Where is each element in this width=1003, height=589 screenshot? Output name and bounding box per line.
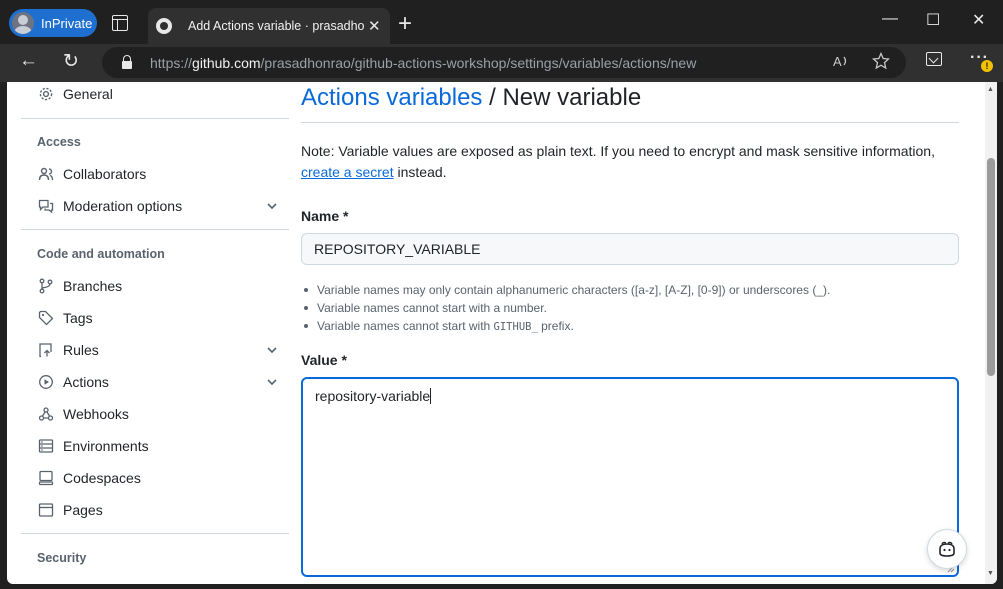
sidebar-item-label: Tags [63, 310, 93, 326]
refresh-button[interactable]: ↻ [63, 50, 79, 73]
sidebar-heading-access: Access [37, 135, 81, 149]
tab-actions-icon[interactable] [112, 15, 128, 31]
tab-title: Add Actions variable · prasadhonrao [188, 19, 364, 33]
sidebar-item-label: Collaborators [63, 166, 147, 182]
create-secret-link[interactable]: create a secret [301, 164, 394, 180]
inprivate-profile-button[interactable]: InPrivate [9, 9, 97, 37]
variable-name-input[interactable]: REPOSITORY_VARIABLE [301, 233, 959, 265]
profile-label: InPrivate [41, 15, 93, 31]
list-item: Variable names cannot start with a numbe… [301, 299, 951, 317]
scroll-up-arrow[interactable]: ▲ [987, 86, 994, 93]
minimize-button[interactable]: — [882, 10, 898, 28]
sidebar-item-webhooks[interactable]: Webhooks [21, 398, 289, 430]
sidebar-item-codespaces[interactable]: Codespaces [21, 462, 289, 494]
sidebar-item-label: Branches [63, 278, 123, 294]
value-text: repository-variable [315, 388, 431, 404]
play-icon [37, 373, 55, 391]
gear-icon [37, 85, 55, 103]
copilot-button[interactable] [927, 529, 967, 569]
settings-sidebar: General Access Collaborators Moderation … [7, 82, 289, 584]
active-tab[interactable]: Add Actions variable · prasadhonrao ✕ [148, 8, 390, 44]
title-divider [301, 122, 959, 123]
favorite-star-icon[interactable] [872, 52, 890, 70]
people-icon [37, 165, 55, 183]
browser-toolbar: ← ↻ https://github.com/prasadhonrao/gith… [0, 44, 1003, 82]
sidebar-item-label: Pages [63, 502, 103, 518]
avatar [12, 12, 34, 34]
maximize-button[interactable]: ☐ [926, 10, 940, 30]
chevron-down-icon[interactable] [265, 343, 279, 357]
list-item: Variable names may only contain alphanum… [301, 281, 951, 299]
sidebar-item-label: Actions [63, 374, 109, 390]
breadcrumb-actions-variables-link[interactable]: Actions variables [301, 84, 482, 111]
read-aloud-icon[interactable]: A [832, 52, 850, 70]
sidebar-divider [21, 533, 289, 534]
webhook-icon [37, 405, 55, 423]
chevron-down-icon[interactable] [265, 199, 279, 213]
breadcrumb-separator: / [482, 84, 503, 111]
copilot-icon [939, 541, 955, 557]
text-caret [430, 388, 432, 404]
address-bar[interactable]: https://github.com/prasadhonrao/github-a… [102, 47, 906, 78]
list-item: Variable names cannot start with GITHUB_… [301, 317, 951, 336]
value-label: Value * [301, 352, 347, 368]
main-content: Actions variables / New variable Note: V… [301, 82, 959, 584]
name-rules-list: Variable names may only contain alphanum… [301, 281, 951, 336]
scrollbar-thumb[interactable] [987, 158, 995, 376]
codespaces-icon [37, 469, 55, 487]
sidebar-item-label: Webhooks [63, 406, 129, 422]
browser-tab-bar: InPrivate Add Actions variable · prasadh… [0, 0, 1003, 44]
page-viewport: General Access Collaborators Moderation … [7, 82, 997, 584]
page-title: New variable [502, 84, 642, 111]
svg-text:A: A [833, 54, 842, 69]
comment-discussion-icon [37, 197, 55, 215]
sidebar-item-label: Rules [63, 342, 99, 358]
sidebar-item-rules[interactable]: Rules [21, 334, 289, 366]
tag-icon [37, 309, 55, 327]
server-icon [37, 437, 55, 455]
sidebar-item-branches[interactable]: Branches [21, 270, 289, 302]
sidebar-item-tags[interactable]: Tags [21, 302, 289, 334]
name-label: Name * [301, 208, 349, 224]
sidebar-item-moderation-options[interactable]: Moderation options [21, 190, 289, 222]
sidebar-item-environments[interactable]: Environments [21, 430, 289, 462]
sidebar-heading-security: Security [37, 551, 87, 565]
breadcrumb: Actions variables / New variable [301, 84, 641, 112]
browser-icon [37, 501, 55, 519]
plain-text-note: Note: Variable values are exposed as pla… [301, 143, 935, 180]
warning-badge: ! [981, 60, 993, 72]
split-screen-icon[interactable] [926, 52, 942, 66]
sidebar-heading-code-and-automation: Code and automation [37, 247, 165, 261]
scroll-down-arrow[interactable]: ▼ [987, 570, 994, 577]
github-favicon-icon [156, 18, 172, 34]
sidebar-item-actions[interactable]: Actions [21, 366, 289, 398]
sidebar-item-label: Environments [63, 438, 149, 454]
sidebar-item-pages[interactable]: Pages [21, 494, 289, 526]
chevron-down-icon[interactable] [265, 375, 279, 389]
sidebar-divider [21, 118, 289, 119]
sidebar-item-label: General [63, 86, 113, 102]
sidebar-item-collaborators[interactable]: Collaborators [21, 158, 289, 190]
url-text[interactable]: https://github.com/prasadhonrao/github-a… [150, 55, 696, 71]
git-branch-icon [37, 277, 55, 295]
sidebar-divider [21, 229, 289, 230]
variable-value-textarea[interactable]: repository-variable [301, 377, 959, 577]
new-tab-button[interactable]: + [398, 10, 412, 38]
lock-icon[interactable] [122, 54, 132, 69]
sidebar-item-label: Moderation options [63, 198, 183, 214]
sidebar-item-general[interactable]: General [21, 82, 289, 110]
page-scrollbar[interactable]: ▲ ▼ [985, 82, 997, 584]
sidebar-item-label: Codespaces [63, 470, 141, 486]
tab-close-icon[interactable]: ✕ [368, 17, 381, 35]
back-button[interactable]: ← [19, 50, 38, 72]
repo-push-icon [37, 341, 55, 359]
window-close-button[interactable]: ✕ [972, 10, 985, 30]
